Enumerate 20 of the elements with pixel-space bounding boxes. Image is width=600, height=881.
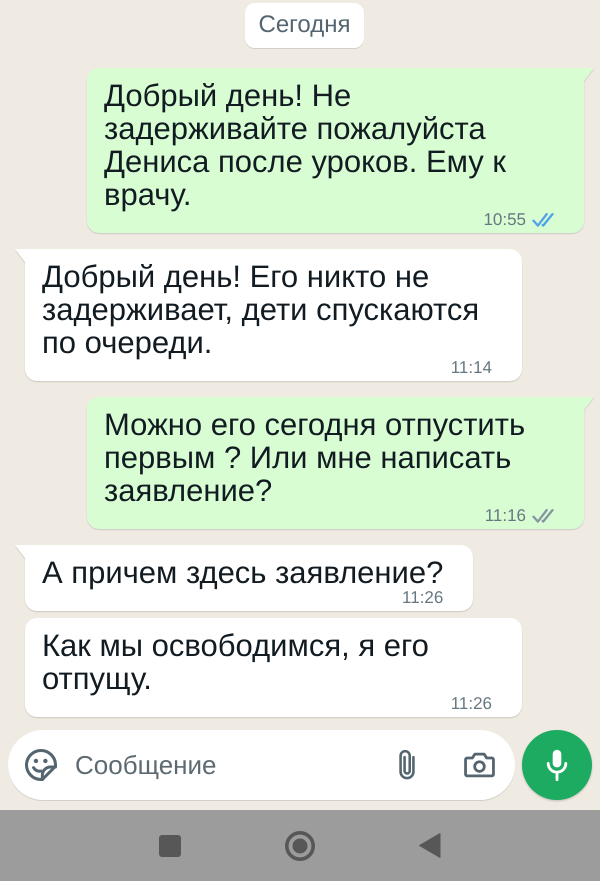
message-time: 11:14 <box>450 359 492 376</box>
message-field[interactable]: Сообщение <box>8 730 515 800</box>
message-text: Добрый день! Его никто не задерживает, дети спускаются по очереди. <box>42 260 480 359</box>
message-input[interactable]: Сообщение <box>75 747 378 783</box>
message-text: А причем здесь заявление? <box>42 556 444 589</box>
home-icon[interactable] <box>285 830 315 860</box>
message-time: 11:26 <box>402 589 444 606</box>
date-chip: Сегодня <box>244 3 364 48</box>
message-time: 11:26 <box>450 695 492 712</box>
message-text: Добрый день! Не задерживайте пожалуйста Дениса после уроков. Ему к врачу. <box>104 79 507 211</box>
microphone-button[interactable] <box>522 730 592 800</box>
message-time: 11:16 <box>484 507 526 524</box>
back-icon[interactable] <box>419 833 441 858</box>
message-text: Как мы освободимся, я его отпущу. <box>42 629 430 695</box>
sticker-icon[interactable] <box>25 749 57 781</box>
message-text: Можно его сегодня отпустить первым ? Или мне написать заявление? <box>104 408 526 507</box>
square-icon[interactable] <box>159 834 181 856</box>
message-time: 10:55 <box>483 211 526 228</box>
camera-icon[interactable] <box>464 751 495 779</box>
microphone-icon <box>546 749 568 781</box>
